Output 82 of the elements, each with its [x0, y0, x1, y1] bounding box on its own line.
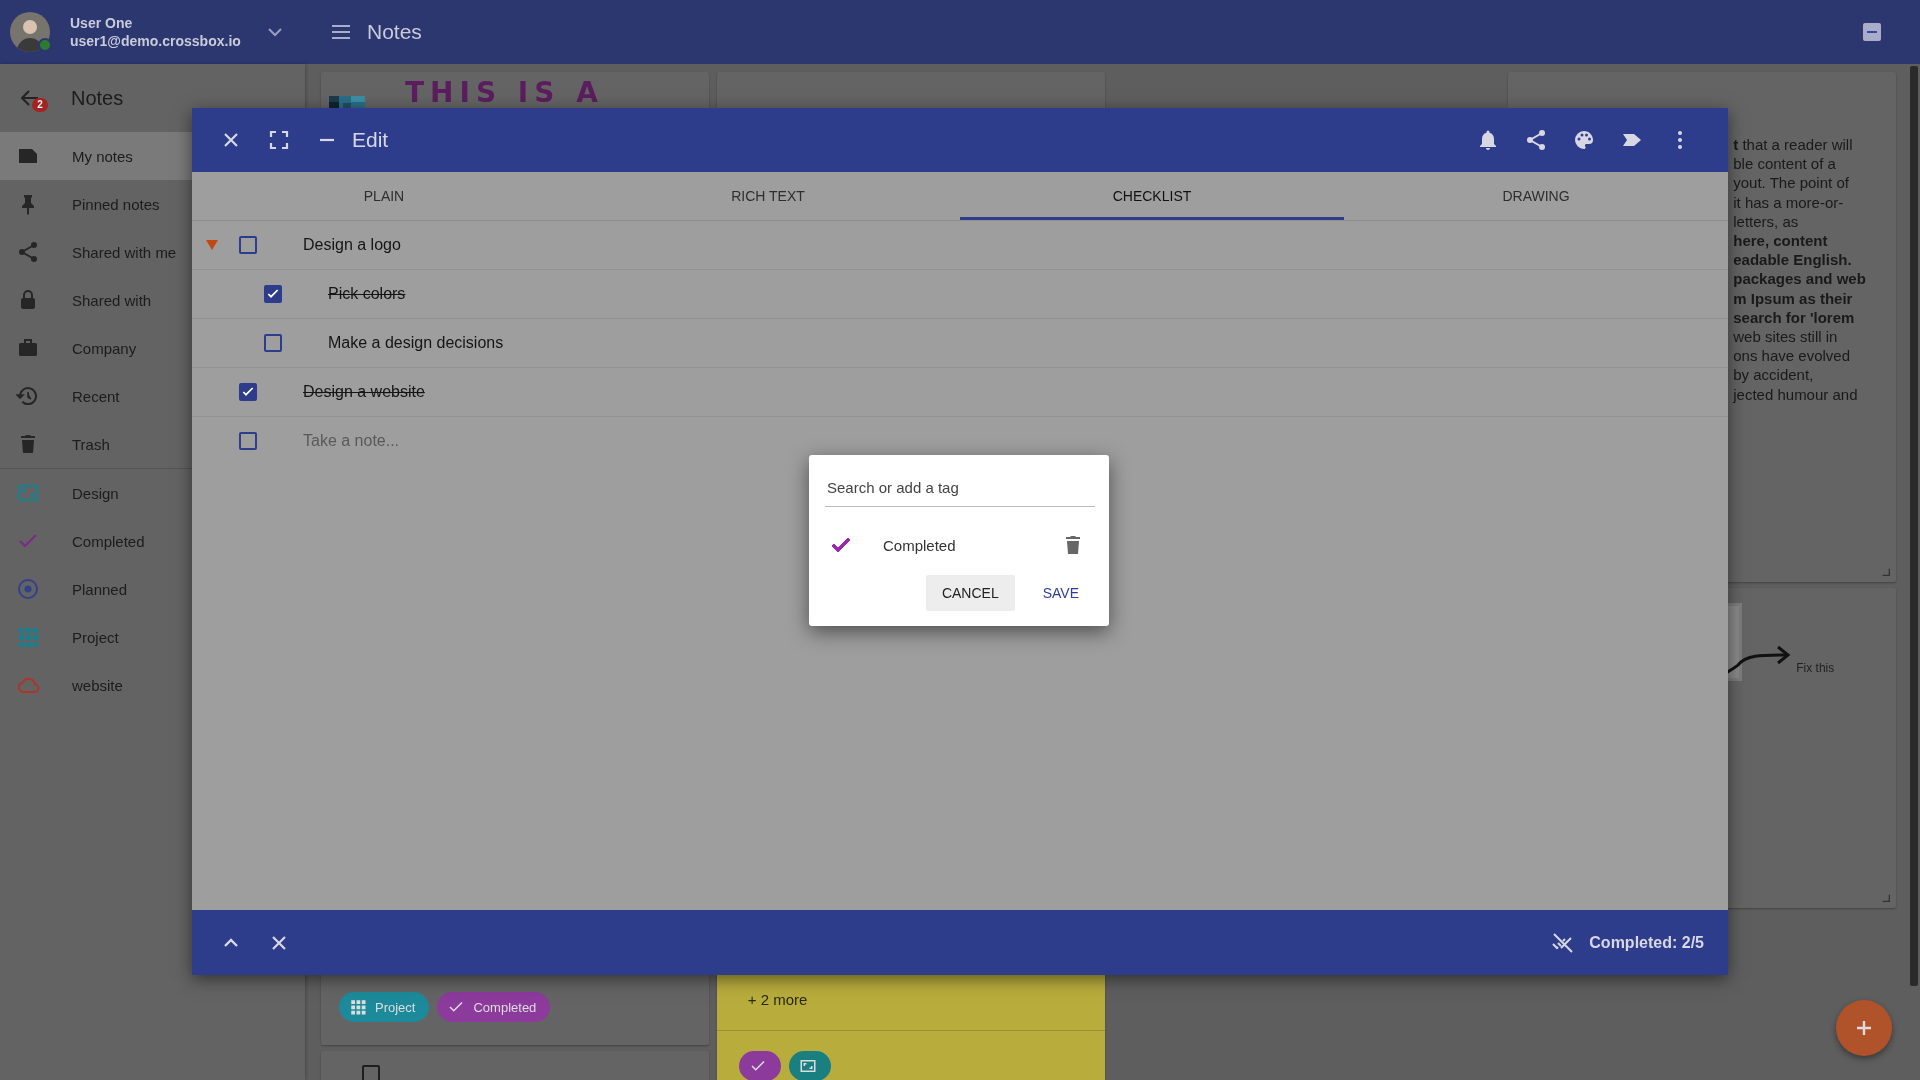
sidebar-item-label: Planned [72, 580, 128, 598]
checklist-item-text: Design a website [303, 383, 425, 401]
sidebar-item[interactable]: Planned [0, 565, 305, 613]
sidebar-item[interactable]: Shared with me [0, 228, 305, 276]
sidebar-item-label: My notes [72, 147, 133, 165]
resize-handle-icon [1882, 568, 1890, 576]
share-icon[interactable] [1524, 128, 1548, 152]
save-button[interactable]: SAVE [1028, 575, 1093, 611]
tag-chip[interactable]: Completed [437, 992, 551, 1022]
note-text-line: t that a reader will [1733, 135, 1854, 155]
sidebar-item[interactable]: website [0, 661, 305, 709]
sidebar-item-label: Completed [72, 532, 145, 550]
note-text-line: letters, as [1733, 211, 1800, 231]
note-text-line: search for 'lorem [1733, 307, 1856, 328]
note-text-line: here, content [1733, 231, 1829, 251]
sidebar-item-label: Company [72, 339, 137, 357]
user-name: User One [70, 14, 134, 32]
checkbox[interactable] [239, 432, 257, 450]
checklist-item-text: Make a design decisions [328, 334, 504, 352]
checklist-item-text: Pick colors [328, 285, 406, 303]
history-icon [16, 384, 40, 408]
cancel-button[interactable]: CANCEL [925, 575, 1015, 611]
sidebar-item[interactable]: Trash [0, 420, 305, 468]
note-text-line: ble content of a [1733, 154, 1837, 174]
scrollbar[interactable] [1910, 66, 1918, 986]
checkbox[interactable] [264, 334, 282, 352]
sidebar-item-label: Shared with me [72, 243, 177, 261]
note-text-line: packages and web [1733, 269, 1867, 289]
note-text-line: eadable English. [1733, 250, 1853, 270]
checklist-item-text: Design a logo [303, 236, 401, 254]
note-text-line: it has a more-or- [1733, 192, 1845, 212]
checkbox[interactable] [264, 285, 282, 303]
note-text-line: m Ipsum as their [1733, 288, 1854, 308]
more-items-text: + 2 more [747, 991, 809, 1008]
sidebar-item-label: Design [72, 484, 119, 502]
notification-badge: 2 [32, 98, 48, 112]
checkbox[interactable] [362, 1065, 380, 1080]
sidebar-item[interactable]: Project [0, 613, 305, 661]
sketch-label: Fix this [1796, 661, 1835, 675]
fullscreen-icon[interactable] [267, 128, 291, 152]
tag-chip-label: Project [375, 999, 416, 1015]
resize-handle-icon [1882, 894, 1890, 902]
sidebar-item[interactable]: Completed [0, 517, 305, 565]
new-item-field[interactable]: Take a note... [303, 432, 803, 450]
note-text-line: web sites still in [1733, 327, 1839, 347]
sidebar-item-label: Shared with [72, 291, 152, 309]
handwritten-text: THIS IS A [405, 78, 604, 108]
note-text-line: by accident, [1733, 365, 1815, 385]
tab[interactable]: RICH TEXT [576, 172, 960, 220]
sidebar-item-label: Pinned notes [72, 195, 160, 213]
palette-icon[interactable] [1572, 128, 1596, 152]
user-email: user1@demo.crossbox.io [70, 32, 242, 50]
tag-chip[interactable] [738, 1051, 781, 1080]
sidebar-item-label: Project [72, 628, 119, 646]
add-button[interactable] [1836, 1000, 1892, 1056]
tag-label: Completed [883, 536, 957, 554]
editor-title: Edit [352, 128, 389, 152]
sidebar-item[interactable]: Company [0, 324, 305, 372]
tab[interactable]: CHECKLIST [960, 172, 1344, 220]
sidebar-item[interactable]: Shared with [0, 276, 305, 324]
tag-chip[interactable]: Project [339, 992, 430, 1022]
tag-chip[interactable] [788, 1051, 831, 1080]
sidebar-item-label: website [72, 676, 123, 694]
sidebar-item[interactable]: Recent [0, 372, 305, 420]
sidebar-title: Notes [71, 86, 124, 110]
sidebar-item-label: Recent [72, 387, 120, 405]
tag-chip-label: Completed [473, 999, 537, 1015]
checkbox[interactable] [239, 236, 257, 254]
collapse-icon[interactable] [1860, 20, 1884, 44]
note-text-line: yout. The point of [1733, 173, 1850, 193]
share-icon [16, 240, 40, 264]
note-text-line: jected humour and [1733, 384, 1859, 404]
user-avatar [10, 12, 50, 52]
sidebar-item-label: Trash [72, 435, 110, 453]
tab[interactable]: DRAWING [1344, 172, 1728, 220]
note-text-line: ons have evolved [1733, 346, 1851, 366]
checkbox[interactable] [239, 383, 257, 401]
grid-icon [349, 998, 367, 1016]
completed-count: Completed: 2/5 [1589, 933, 1704, 952]
app-title: Notes [367, 20, 422, 44]
sidebar-item[interactable]: Design [0, 469, 305, 517]
frame-icon [798, 1057, 817, 1075]
